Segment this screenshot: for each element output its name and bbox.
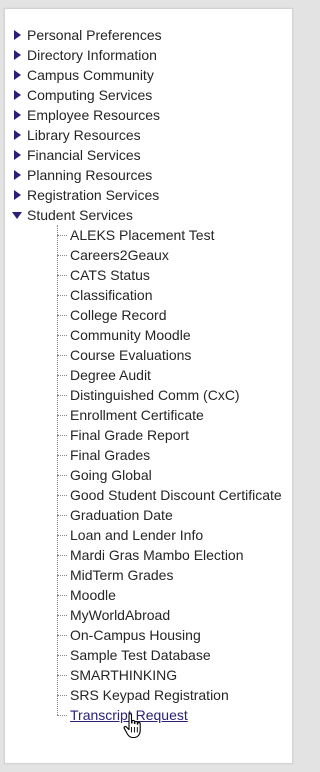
submenu-item-going-global[interactable]: Going Global [57,465,292,485]
submenu-link[interactable]: Course Evaluations [70,347,191,363]
student-services-submenu: ALEKS Placement Test Careers2Geaux CATS … [57,225,292,725]
submenu-link[interactable]: Mardi Gras Mambo Election [70,547,244,563]
submenu-link[interactable]: Good Student Discount Certificate [70,487,282,503]
submenu-link[interactable]: Loan and Lender Info [70,527,203,543]
category-personal-preferences[interactable]: Personal Preferences [5,25,292,45]
triangle-right-icon [14,70,21,80]
category-financial-services[interactable]: Financial Services [5,145,292,165]
submenu-link[interactable]: MidTerm Grades [70,567,173,583]
category-registration-services[interactable]: Registration Services [5,185,292,205]
triangle-right-icon [14,150,21,160]
category-label: Directory Information [27,47,157,63]
submenu-item-transcript-request[interactable]: Transcript Request [57,705,292,725]
category-planning-resources[interactable]: Planning Resources [5,165,292,185]
submenu-link[interactable]: SMARTHINKING [70,667,177,683]
submenu-link[interactable]: ALEKS Placement Test [70,227,214,243]
submenu-link[interactable]: Final Grades [70,447,150,463]
submenu-link[interactable]: Classification [70,287,152,303]
category-campus-community[interactable]: Campus Community [5,65,292,85]
menu-panel: Personal Preferences Directory Informati… [4,8,293,764]
submenu-item-midterm-grades[interactable]: MidTerm Grades [57,565,292,585]
category-directory-information[interactable]: Directory Information [5,45,292,65]
submenu-item-srs-keypad-registration[interactable]: SRS Keypad Registration [57,685,292,705]
submenu-link[interactable]: Enrollment Certificate [70,407,204,423]
category-library-resources[interactable]: Library Resources [5,125,292,145]
submenu-link[interactable]: On-Campus Housing [70,627,201,643]
submenu-link[interactable]: Graduation Date [70,507,173,523]
submenu-link[interactable]: Going Global [70,467,152,483]
submenu-item-college-record[interactable]: College Record [57,305,292,325]
submenu-item-moodle[interactable]: Moodle [57,585,292,605]
category-label: Personal Preferences [27,27,162,43]
submenu-link[interactable]: MyWorldAbroad [70,607,170,623]
submenu-link[interactable]: Distinguished Comm (CxC) [70,387,240,403]
submenu-link[interactable]: Careers2Geaux [70,247,169,263]
category-label: Student Services [27,207,133,223]
submenu-item-classification[interactable]: Classification [57,285,292,305]
submenu-item-sample-test-database[interactable]: Sample Test Database [57,645,292,665]
submenu-item-good-student-discount-certificate[interactable]: Good Student Discount Certificate [57,485,292,505]
submenu-link[interactable]: Degree Audit [70,367,151,383]
triangle-right-icon [14,170,21,180]
submenu-item-loan-and-lender-info[interactable]: Loan and Lender Info [57,525,292,545]
submenu-item-final-grades[interactable]: Final Grades [57,445,292,465]
triangle-right-icon [14,190,21,200]
submenu-link[interactable]: SRS Keypad Registration [70,687,229,703]
submenu-item-course-evaluations[interactable]: Course Evaluations [57,345,292,365]
category-label: Library Resources [27,127,141,143]
submenu-link[interactable]: Sample Test Database [70,647,211,663]
submenu-item-myworldabroad[interactable]: MyWorldAbroad [57,605,292,625]
submenu-item-cats-status[interactable]: CATS Status [57,265,292,285]
submenu-item-on-campus-housing[interactable]: On-Campus Housing [57,625,292,645]
submenu-item-mardi-gras-mambo-election[interactable]: Mardi Gras Mambo Election [57,545,292,565]
navigation-menu: Personal Preferences Directory Informati… [5,25,292,725]
triangle-right-icon [14,110,21,120]
category-student-services[interactable]: Student Services [5,205,292,225]
submenu-item-degree-audit[interactable]: Degree Audit [57,365,292,385]
triangle-right-icon [14,50,21,60]
category-label: Campus Community [27,67,154,83]
triangle-right-icon [14,130,21,140]
submenu-item-careers2geaux[interactable]: Careers2Geaux [57,245,292,265]
submenu-link[interactable]: Transcript Request [70,707,188,723]
submenu-link[interactable]: Community Moodle [70,327,191,343]
submenu-item-enrollment-certificate[interactable]: Enrollment Certificate [57,405,292,425]
submenu-item-distinguished-comm[interactable]: Distinguished Comm (CxC) [57,385,292,405]
submenu-link[interactable]: College Record [70,307,167,323]
submenu-link[interactable]: Final Grade Report [70,427,189,443]
category-computing-services[interactable]: Computing Services [5,85,292,105]
triangle-down-icon [12,212,22,219]
category-label: Computing Services [27,87,153,103]
submenu-item-aleks-placement-test[interactable]: ALEKS Placement Test [57,225,292,245]
submenu-item-smarthinking[interactable]: SMARTHINKING [57,665,292,685]
submenu-link[interactable]: Moodle [70,587,116,603]
category-label: Financial Services [27,147,141,163]
category-label: Planning Resources [27,167,153,183]
submenu-item-final-grade-report[interactable]: Final Grade Report [57,425,292,445]
triangle-right-icon [14,30,21,40]
submenu-item-community-moodle[interactable]: Community Moodle [57,325,292,345]
submenu-link[interactable]: CATS Status [70,267,150,283]
category-employee-resources[interactable]: Employee Resources [5,105,292,125]
category-label: Employee Resources [27,107,161,123]
category-label: Registration Services [27,187,160,203]
triangle-right-icon [14,90,21,100]
submenu-item-graduation-date[interactable]: Graduation Date [57,505,292,525]
